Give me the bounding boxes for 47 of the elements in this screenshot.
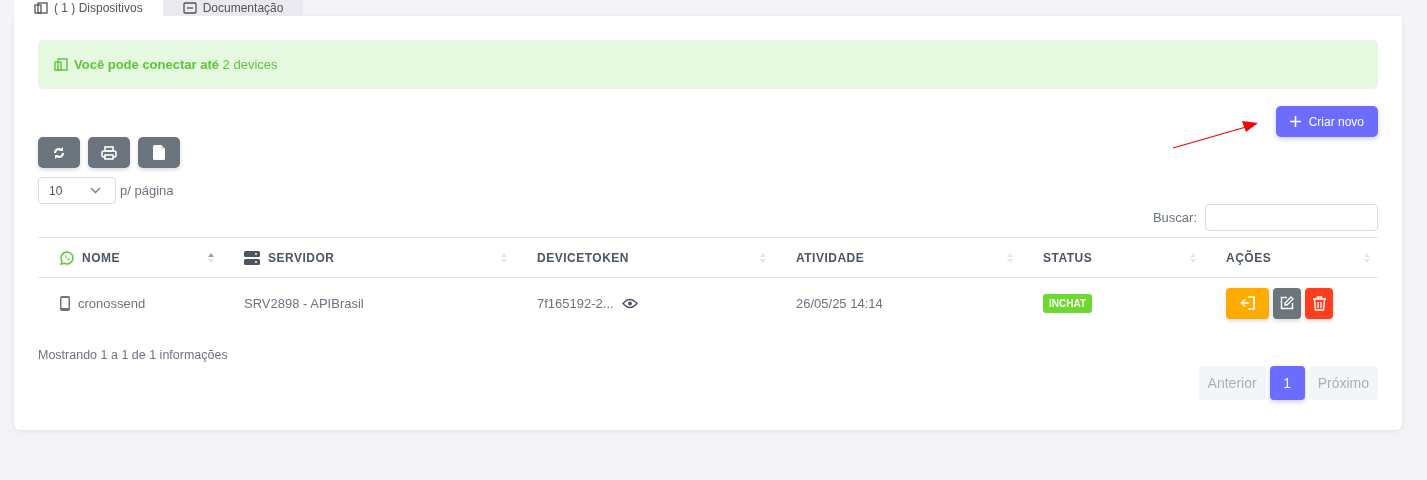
column-header[interactable]: NOME (82, 250, 120, 265)
sort-icon[interactable] (501, 251, 507, 264)
table-info: Mostrando 1 a 1 de 1 informações (38, 348, 229, 362)
phone-icon (60, 295, 70, 311)
table-cell: 26/05/25 14:14 (796, 295, 883, 311)
page-size-select[interactable]: 10 (38, 177, 116, 204)
search-field[interactable] (1205, 204, 1378, 231)
page-button[interactable]: 1 (1269, 366, 1305, 400)
alert-text: Você pode conectar até 2 devices (74, 57, 278, 72)
export-button[interactable] (138, 137, 180, 168)
server-icon (244, 250, 260, 265)
devices-icon (34, 2, 48, 14)
tab[interactable]: ( 1 ) Dispositivos (14, 0, 163, 16)
sort-icon[interactable] (1364, 251, 1370, 264)
column-header[interactable]: SERVIDOR (268, 250, 335, 265)
search-label: Buscar: (1152, 210, 1197, 225)
document-icon (182, 2, 197, 14)
tab[interactable]: Documentação (162, 0, 304, 16)
eye-icon (621, 297, 638, 309)
sort-icon[interactable] (1007, 251, 1013, 264)
table-cell: SRV2898 - APIBrasil (244, 295, 364, 311)
column-header[interactable]: ATIVIDADE (796, 250, 865, 265)
sort-icon[interactable] (1190, 251, 1196, 264)
devices-icon (54, 58, 68, 71)
refresh-icon (53, 145, 65, 160)
login-icon (1239, 296, 1256, 310)
chevron-down-icon (90, 187, 101, 194)
status-badge: INCHAT (1043, 293, 1093, 313)
page-size-label: p/ página (120, 183, 174, 198)
trash-icon (1312, 295, 1326, 311)
table-cell: 7f165192-2... (537, 295, 614, 311)
refresh-button[interactable] (38, 137, 80, 168)
edit-button[interactable] (1273, 287, 1301, 319)
sort-icon[interactable] (208, 251, 214, 264)
sort-icon[interactable] (760, 251, 766, 264)
print-icon (101, 145, 117, 160)
table-cell: cronossend (78, 295, 146, 311)
column-header[interactable]: DEVICETOKEN (537, 250, 629, 265)
edit-icon (1280, 296, 1294, 310)
file-icon (153, 145, 165, 160)
print-button[interactable] (88, 137, 130, 168)
column-header[interactable]: STATUS (1043, 250, 1093, 265)
create-button[interactable]: Criar novo (1275, 106, 1378, 137)
column-header[interactable]: AÇÕES (1226, 250, 1272, 265)
plus-icon (1289, 116, 1301, 127)
delete-button[interactable] (1305, 287, 1333, 319)
whatsapp-icon (60, 250, 74, 265)
